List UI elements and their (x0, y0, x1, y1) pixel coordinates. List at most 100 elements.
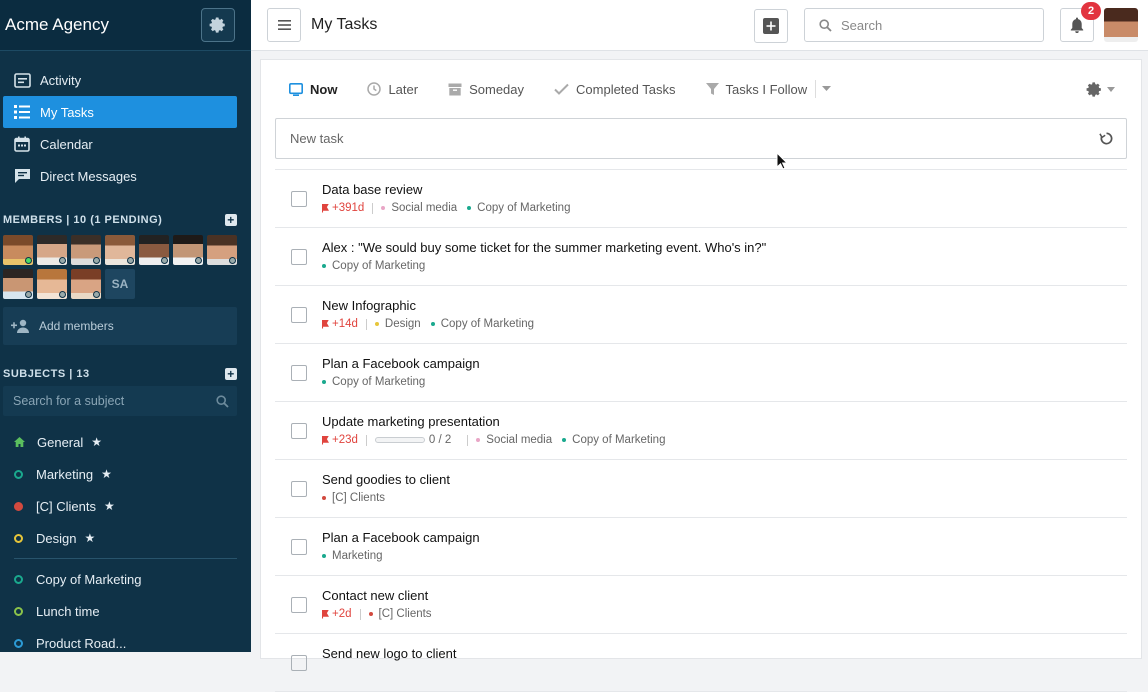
tag-label: [C] Clients (332, 492, 386, 504)
list-settings-button[interactable] (1086, 81, 1115, 98)
workspace-name[interactable]: Acme Agency (5, 15, 109, 35)
tab-tasks-i-follow[interactable]: Tasks I Follow (705, 80, 832, 98)
task-tabs: Now Later Someday Completed Tasks Tasks … (261, 60, 1141, 118)
workspace-settings-button[interactable] (201, 8, 235, 42)
task-title[interactable]: Update marketing presentation (322, 413, 675, 430)
task-title[interactable]: New Infographic (322, 297, 544, 314)
tab-completed-tasks[interactable]: Completed Tasks (554, 82, 676, 97)
chevron-down-icon (1107, 87, 1115, 92)
subject-tag[interactable]: Social media (381, 202, 457, 214)
task-title[interactable]: Send new logo to client (322, 645, 456, 662)
subject-tag[interactable]: [C] Clients (368, 608, 432, 620)
subject-tag[interactable]: Copy of Marketing (467, 202, 570, 214)
nav-item-direct-messages[interactable]: Direct Messages (3, 160, 237, 192)
search-input[interactable]: Search (804, 8, 1044, 42)
subject-item-design[interactable]: Design ★ (0, 522, 251, 554)
avatar[interactable] (37, 269, 67, 299)
task-row[interactable]: Contact new client +2d [C] Clients (275, 576, 1127, 634)
subject-color-dot (14, 501, 23, 511)
task-row[interactable]: Plan a Facebook campaign Copy of Marketin… (275, 344, 1127, 402)
subject-search-input[interactable]: Search for a subject (3, 386, 237, 416)
subject-item-product-road[interactable]: Product Road... (0, 627, 251, 652)
tab-later[interactable]: Later (367, 82, 418, 97)
task-checkbox[interactable] (291, 249, 307, 265)
subject-tag[interactable]: Design (374, 318, 421, 330)
task-checkbox[interactable] (291, 365, 307, 381)
task-title[interactable]: Contact new client (322, 587, 442, 604)
star-icon[interactable]: ★ (84, 531, 95, 545)
search-icon (819, 18, 832, 32)
star-icon[interactable]: ★ (91, 435, 102, 449)
task-checkbox[interactable] (291, 539, 307, 555)
add-subject-button[interactable]: + (225, 368, 237, 380)
avatar[interactable] (71, 269, 101, 299)
task-row[interactable]: Alex : "We sould buy some ticket for the… (275, 228, 1127, 286)
avatar[interactable] (71, 235, 101, 265)
subject-tag[interactable]: Social media (476, 434, 552, 446)
avatar[interactable] (207, 235, 237, 265)
avatar[interactable] (139, 235, 169, 265)
subject-item-clients[interactable]: [C] Clients ★ (0, 490, 251, 522)
task-row[interactable]: Plan a Facebook campaign Marketing (275, 518, 1127, 576)
subject-tag[interactable]: Copy of Marketing (322, 376, 425, 388)
task-checkbox[interactable] (291, 481, 307, 497)
nav-item-my-tasks[interactable]: My Tasks (3, 96, 237, 128)
task-row[interactable]: Send goodies to client [C] Clients (275, 460, 1127, 518)
task-checkbox[interactable] (291, 655, 307, 671)
nav-item-calendar[interactable]: Calendar (3, 128, 237, 160)
add-members-label: Add members (39, 319, 114, 333)
task-meta (322, 665, 456, 679)
task-title[interactable]: Data base review (322, 181, 580, 198)
star-icon[interactable]: ★ (101, 467, 112, 481)
chevron-down-icon[interactable] (815, 80, 832, 98)
subject-tag[interactable]: Copy of Marketing (562, 434, 665, 446)
task-body: Contact new client +2d [C] Clients (322, 587, 442, 621)
nav-item-activity[interactable]: Activity (3, 64, 237, 96)
refresh-icon[interactable] (1099, 131, 1114, 146)
task-checkbox[interactable] (291, 423, 307, 439)
subject-tag[interactable]: Copy of Marketing (430, 318, 534, 330)
subject-label: Lunch time (36, 603, 100, 619)
subject-item-copy-of-marketing[interactable]: Copy of Marketing (0, 563, 251, 595)
task-body: Send new logo to client (322, 645, 456, 679)
task-row[interactable]: Send new logo to client (275, 634, 1127, 692)
task-title[interactable]: Send goodies to client (322, 471, 450, 488)
subject-item-general[interactable]: General ★ (0, 426, 251, 458)
subject-tag[interactable]: Copy of Marketing (322, 260, 425, 272)
quick-add-button[interactable] (754, 9, 788, 43)
tab-someday[interactable]: Someday (448, 82, 524, 97)
task-checkbox[interactable] (291, 307, 307, 323)
tag-color-dot (322, 380, 326, 384)
due-badge: +14d (322, 318, 358, 330)
notification-badge: 2 (1081, 2, 1101, 20)
task-title[interactable]: Plan a Facebook campaign (322, 355, 480, 372)
subject-label: [C] Clients (36, 498, 96, 514)
avatar-pending-member[interactable]: SA (105, 269, 135, 299)
avatar[interactable] (37, 235, 67, 265)
user-avatar[interactable] (1104, 8, 1138, 42)
subject-tag[interactable]: [C] Clients (322, 492, 385, 504)
avatar[interactable] (3, 235, 33, 265)
avatar[interactable] (173, 235, 203, 265)
avatar[interactable] (3, 269, 33, 299)
subject-tag[interactable]: Marketing (322, 550, 383, 562)
star-icon[interactable]: ★ (104, 499, 115, 513)
task-row[interactable]: New Infographic +14d Design Copy of Marketi… (275, 286, 1127, 344)
task-row[interactable]: Update marketing presentation +23d 0 / 2 So… (275, 402, 1127, 460)
task-title[interactable]: Plan a Facebook campaign (322, 529, 480, 546)
task-checkbox[interactable] (291, 597, 307, 613)
avatar[interactable] (105, 235, 135, 265)
subject-item-marketing[interactable]: Marketing ★ (0, 458, 251, 490)
tab-now[interactable]: Now (289, 82, 337, 97)
menu-toggle-button[interactable] (267, 8, 301, 42)
subject-item-lunch-time[interactable]: Lunch time (0, 595, 251, 627)
new-task-input[interactable]: New task (275, 118, 1127, 159)
invite-member-button[interactable]: + (225, 214, 237, 226)
task-row[interactable]: Data base review +391d Social media Copy of… (275, 170, 1127, 228)
page-title: My Tasks (311, 16, 378, 33)
task-title[interactable]: Alex : "We sould buy some ticket for the… (322, 239, 766, 256)
tag-label: [C] Clients (378, 608, 432, 620)
sidebar-header: Acme Agency (0, 0, 251, 51)
task-checkbox[interactable] (291, 191, 307, 207)
add-members-button[interactable]: Add members (3, 307, 237, 345)
